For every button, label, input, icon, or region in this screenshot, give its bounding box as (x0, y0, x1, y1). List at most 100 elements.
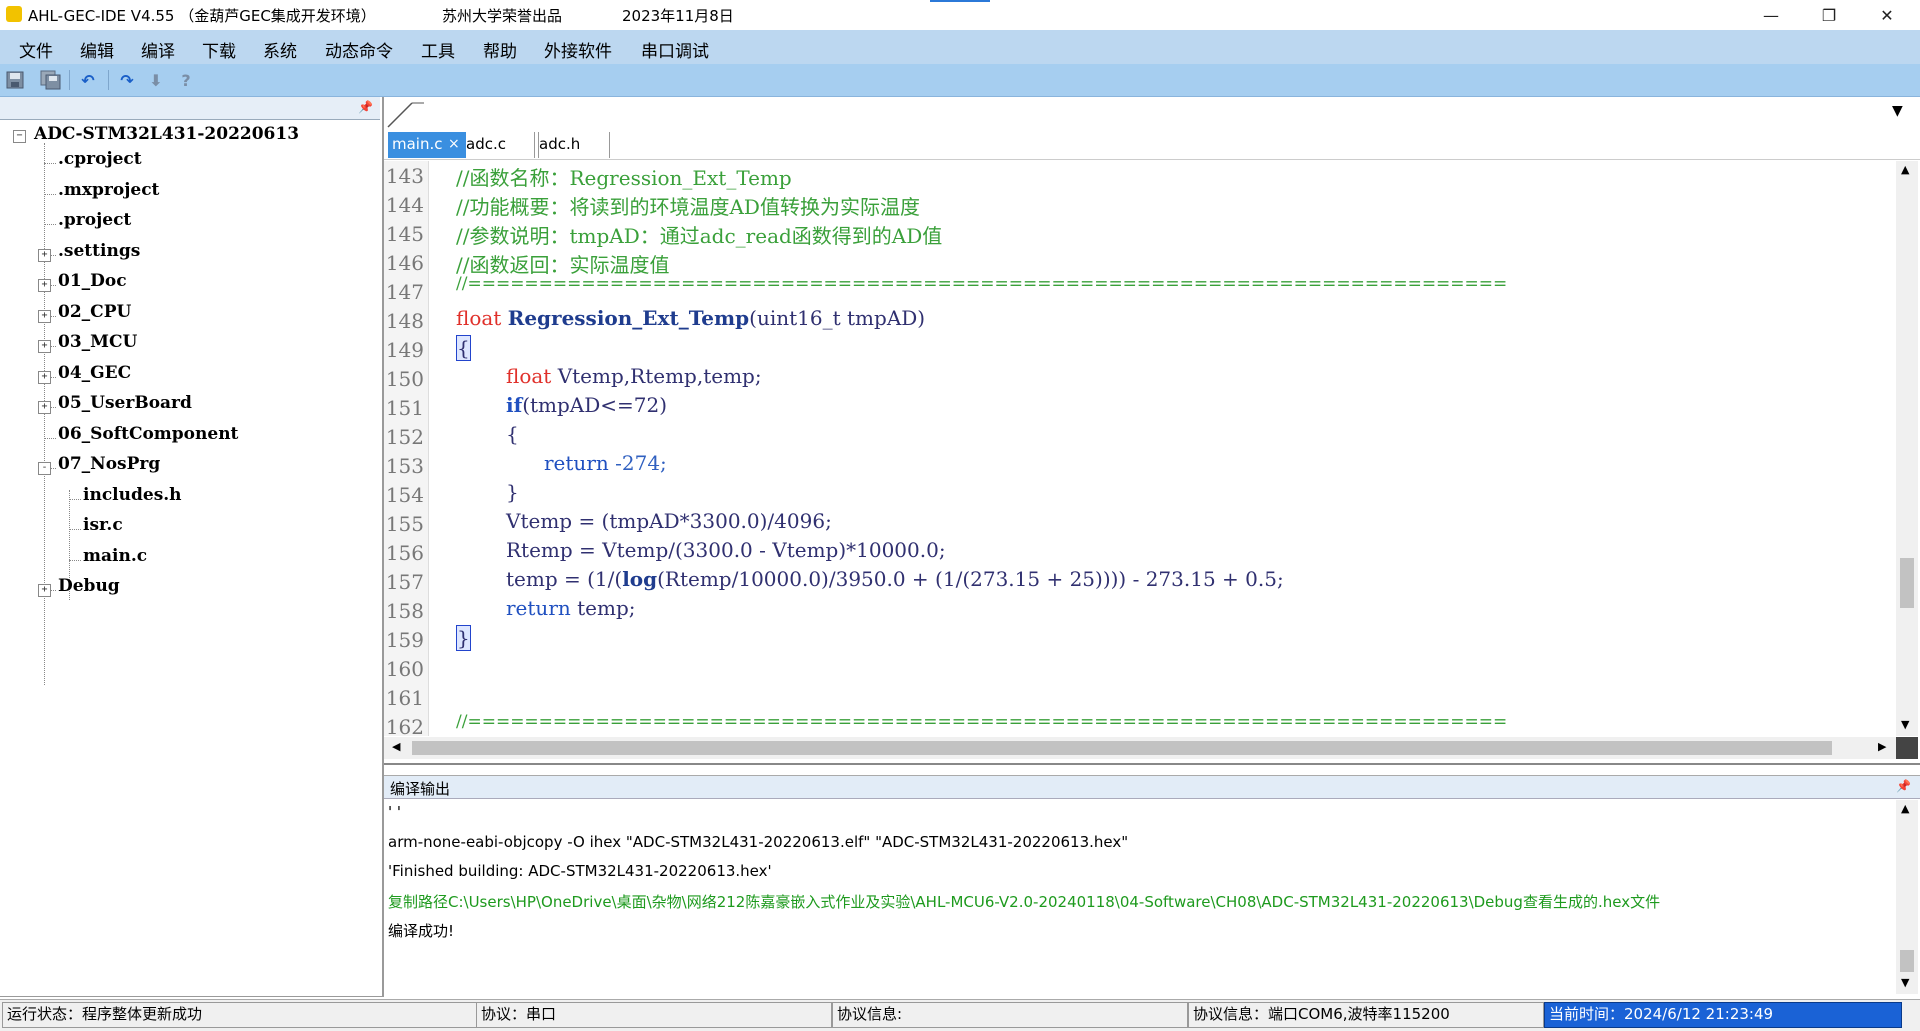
undo-icon[interactable]: ↶ (77, 69, 99, 91)
toolbar: ↶ ↷ ⬇ ? (0, 64, 1920, 97)
tab-adc-h[interactable]: adc.h (534, 132, 610, 158)
tree-expand-icon[interactable]: + (38, 401, 51, 414)
tab-close-icon[interactable]: × (448, 132, 460, 156)
code-line-162: //======================================… (456, 712, 1508, 732)
toolbar-divider (108, 70, 109, 90)
tree-item[interactable]: .settings (58, 241, 140, 261)
params: (uint16_t tmpAD) (749, 306, 926, 330)
close-button[interactable]: ✕ (1858, 0, 1916, 30)
tree-item[interactable]: isr.c (83, 515, 123, 535)
tree-expand-icon[interactable]: + (38, 584, 51, 597)
output-panel: 编译输出 📌 ' ' arm-none-eabi-objcopy -O ihex… (384, 775, 1920, 994)
tab-main-c[interactable]: main.c × (388, 132, 466, 158)
menu-external-software[interactable]: 外接软件 (544, 37, 612, 62)
tree-item[interactable]: .cproject (58, 149, 142, 169)
editor-vertical-scrollbar[interactable]: ▲ ▼ (1896, 161, 1918, 736)
code-line-144: //功能概要：将读到的环境温度AD值转换为实际温度 (456, 195, 920, 219)
code-line-159: } (456, 625, 471, 651)
output-pin-icon[interactable]: 📌 (1896, 779, 1911, 793)
menu-file[interactable]: 文件 (19, 37, 53, 62)
code-line-154: } (506, 480, 519, 504)
tree-line (69, 529, 81, 530)
tree-item[interactable]: 02_CPU (58, 302, 131, 322)
tree-item[interactable]: 04_GEC (58, 363, 131, 383)
tab-adc-c[interactable]: adc.c (462, 132, 539, 158)
statement: (tmpAD<=72) (522, 393, 668, 417)
tree-expand-icon[interactable]: + (38, 340, 51, 353)
project-panel: 📌 − ADC-STM32L431-20220613 .cproject .mxp… (0, 97, 384, 997)
tree-item[interactable]: includes.h (83, 485, 182, 505)
scroll-down-icon[interactable]: ▼ (1901, 718, 1909, 731)
menu-serial-debug[interactable]: 串口调试 (641, 37, 709, 62)
statement: temp; (570, 596, 636, 620)
menu-download[interactable]: 下载 (202, 37, 236, 62)
tree-collapse-icon[interactable]: − (13, 130, 26, 143)
code-line-151: if(tmpAD<=72) (506, 393, 667, 417)
tree-item[interactable]: 01_Doc (58, 271, 127, 291)
tab-dropdown-icon[interactable]: ▼ (1892, 103, 1903, 119)
menu-edit[interactable]: 编辑 (80, 37, 114, 62)
pin-icon[interactable]: 📌 (358, 100, 373, 114)
save-all-icon[interactable] (40, 69, 62, 91)
tree-line (44, 163, 56, 164)
menu-help[interactable]: 帮助 (483, 37, 517, 62)
tree-expand-icon[interactable]: + (38, 279, 51, 292)
tree-item[interactable]: main.c (83, 546, 147, 566)
tree-item[interactable]: 07_NosPrg (58, 454, 160, 474)
code-area[interactable]: //函数名称：Regression_Ext_Temp //功能概要：将读到的环境… (384, 161, 1896, 736)
scroll-down-icon[interactable]: ▼ (1901, 976, 1909, 989)
tree-expand-icon[interactable]: + (38, 248, 51, 262)
tree-root[interactable]: ADC-STM32L431-20220613 (34, 124, 299, 144)
tree-item[interactable]: 05_UserBoard (58, 393, 192, 413)
scroll-up-icon[interactable]: ▲ (1901, 802, 1909, 815)
date-label: 2023年11月8日 (622, 7, 734, 25)
code-line-155: Vtemp = (tmpAD*3300.0)/4096; (506, 509, 832, 533)
tree-line (69, 498, 81, 500)
tree-item[interactable]: .project (58, 210, 131, 230)
menu-compile[interactable]: 编译 (141, 37, 175, 62)
output-line: 'Finished building: ADC-STM32L431-202206… (388, 862, 772, 880)
scroll-up-icon[interactable]: ▲ (1901, 163, 1909, 176)
output-scroll-thumb[interactable] (1900, 950, 1914, 972)
code-line-156: Rtemp = Vtemp/(3300.0 - Vtemp)*10000.0; (506, 538, 946, 562)
help-icon[interactable]: ? (175, 69, 197, 91)
output-vertical-scrollbar[interactable]: ▲ ▼ (1896, 800, 1918, 994)
keyword: float (506, 364, 552, 388)
scroll-right-icon[interactable]: ▶ (1878, 740, 1886, 753)
menu-dynamic-command[interactable]: 动态命令 (325, 37, 393, 62)
code-line-143: //函数名称：Regression_Ext_Temp (456, 166, 792, 190)
keyword: float (456, 306, 502, 330)
keyword: if (506, 393, 523, 417)
file-tabs: main.c × adc.c adc.h (384, 129, 1920, 160)
output-panel-header: 编译输出 📌 (384, 776, 1920, 799)
title-bar: AHL-GEC-IDE V4.55 （金葫芦GEC集成开发环境） 苏州大学荣誉出… (0, 0, 1920, 30)
editor-horizontal-scrollbar[interactable]: ◀ ▶ (384, 737, 1896, 759)
tree-line (44, 437, 56, 439)
tree-item[interactable]: Debug (58, 576, 120, 596)
minimize-button[interactable]: — (1742, 0, 1800, 30)
app-logo-icon (6, 6, 22, 22)
restore-button[interactable]: ❐ (1800, 0, 1858, 30)
code-line-147: //======================================… (456, 274, 1508, 294)
title-accent (930, 0, 990, 2)
output-line-success: 编译成功! (388, 922, 455, 940)
tree-item[interactable]: 06_SoftComponent (58, 424, 238, 444)
menu-tools[interactable]: 工具 (421, 37, 455, 62)
status-bar: 运行状态：程序整体更新成功 协议：串口 协议信息: 协议信息：端口COM6,波特… (0, 999, 1920, 1031)
scroll-thumb[interactable] (1900, 558, 1914, 608)
h-scroll-thumb[interactable] (412, 741, 1832, 755)
scroll-left-icon[interactable]: ◀ (392, 740, 400, 753)
code-line-158: return temp; (506, 596, 636, 620)
status-protocol-info: 协议信息: (832, 1002, 1188, 1028)
status-current-time: 当前时间：2024/6/12 21:23:49 (1544, 1002, 1902, 1028)
download-icon[interactable]: ⬇ (145, 69, 167, 91)
menu-system[interactable]: 系统 (263, 37, 297, 62)
output-line-path: 复制路径C:\Users\HP\OneDrive\桌面\杂物\网络212陈嘉豪嵌… (388, 893, 1661, 911)
tree-expand-icon[interactable]: + (38, 370, 51, 384)
save-icon[interactable] (4, 69, 26, 91)
tree-collapse-icon[interactable]: - (38, 462, 51, 475)
tree-expand-icon[interactable]: + (38, 309, 51, 323)
redo-icon[interactable]: ↷ (116, 69, 138, 91)
tree-item[interactable]: 03_MCU (58, 332, 137, 352)
tree-item[interactable]: .mxproject (58, 180, 159, 200)
